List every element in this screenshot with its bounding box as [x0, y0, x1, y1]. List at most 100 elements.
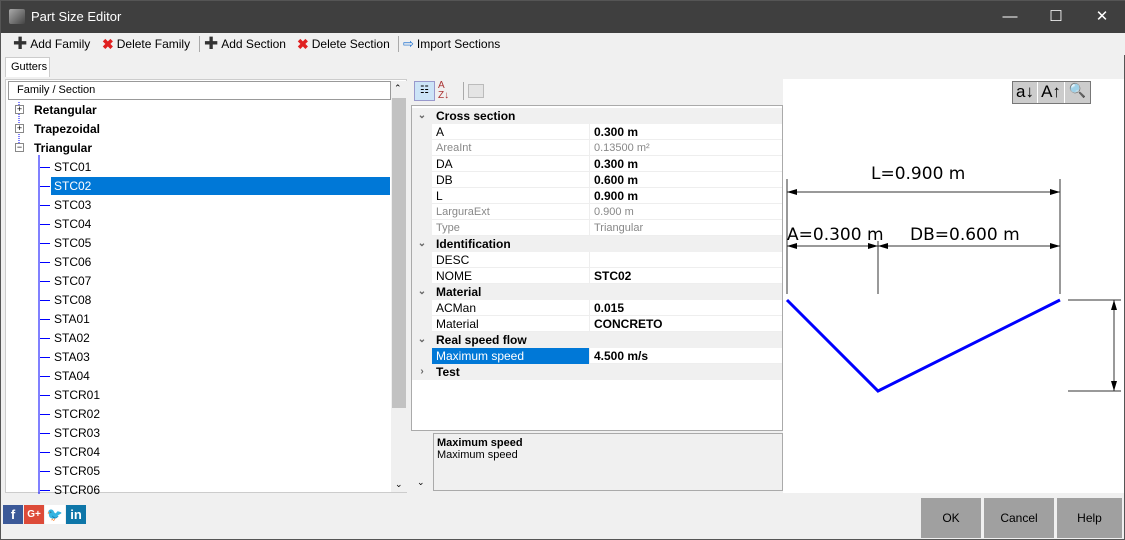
tree-section[interactable]: STC04: [51, 215, 390, 233]
add-section-button[interactable]: ✚ Add Section: [204, 34, 286, 53]
property-row[interactable]: L 0.900 m: [412, 188, 782, 204]
ok-button[interactable]: OK: [921, 498, 981, 538]
property-row[interactable]: DESC: [412, 252, 782, 268]
property-name: Material: [436, 317, 479, 331]
property-list[interactable]: ⌄ Cross section A 0.300 m AreaInt 0.13500 m² D…: [411, 105, 783, 431]
tree-section[interactable]: STC03: [51, 196, 390, 214]
plus-icon: ✚: [204, 34, 219, 53]
collapse-icon[interactable]: ⌄: [412, 236, 432, 252]
close-button[interactable]: ✕: [1079, 1, 1125, 33]
property-row[interactable]: DB 0.600 m: [412, 172, 782, 188]
tree-line: [40, 376, 50, 377]
delete-icon: ✖: [297, 35, 309, 52]
tree-section[interactable]: STC08: [51, 291, 390, 309]
property-category[interactable]: ⌄ Material: [412, 284, 782, 300]
tree-section[interactable]: STC07: [51, 272, 390, 290]
linkedin-icon[interactable]: in: [66, 505, 86, 524]
tree-family[interactable]: Triangular: [34, 139, 92, 157]
tree-section[interactable]: STCR01: [51, 386, 390, 404]
help-button[interactable]: Help: [1057, 498, 1122, 538]
google-plus-icon[interactable]: G+: [24, 505, 44, 524]
tree-section[interactable]: STCR06: [51, 481, 390, 499]
delete-section-button[interactable]: ✖ Delete Section: [297, 36, 390, 52]
scrollbar-thumb[interactable]: [392, 98, 406, 408]
tree-section[interactable]: STCR03: [51, 424, 390, 442]
label-DB: DB=0.600 m: [910, 225, 1020, 245]
property-row[interactable]: Type Triangular: [412, 220, 782, 236]
tree-section[interactable]: STC02: [51, 177, 390, 195]
row-gutter: [412, 140, 432, 156]
cancel-button[interactable]: Cancel: [984, 498, 1054, 538]
tree-section[interactable]: STCR04: [51, 443, 390, 461]
minimize-button[interactable]: —: [987, 1, 1033, 33]
property-value[interactable]: CONCRETO: [589, 316, 782, 332]
property-value[interactable]: 0.900 m: [589, 188, 782, 204]
tree-section[interactable]: STC01: [51, 158, 390, 176]
row-gutter: [412, 220, 432, 236]
property-row[interactable]: A 0.300 m: [412, 124, 782, 140]
expand-icon[interactable]: +: [15, 124, 24, 133]
collapse-icon[interactable]: −: [15, 143, 24, 152]
tree-section[interactable]: STC06: [51, 253, 390, 271]
property-row[interactable]: ACMan 0.015: [412, 300, 782, 316]
tree-section[interactable]: STA04: [51, 367, 390, 385]
tree-section[interactable]: STCR02: [51, 405, 390, 423]
property-value[interactable]: 0.300 m: [589, 124, 782, 140]
row-gutter: [412, 172, 432, 188]
property-category[interactable]: ⌄ Identification: [412, 236, 782, 252]
property-value[interactable]: 0.600 m: [589, 172, 782, 188]
categorized-icon[interactable]: ☷: [414, 81, 435, 101]
tree-section[interactable]: STC05: [51, 234, 390, 252]
property-row[interactable]: DA 0.300 m: [412, 156, 782, 172]
tree-line: [40, 357, 50, 358]
property-pages-icon[interactable]: [468, 84, 484, 98]
property-value[interactable]: STC02: [589, 268, 782, 284]
tree-line: [40, 300, 50, 301]
tree-family[interactable]: Trapezoidal: [34, 120, 100, 138]
tree-family[interactable]: Retangular: [34, 101, 97, 119]
property-name: ACMan: [436, 301, 477, 315]
tree-section[interactable]: STA02: [51, 329, 390, 347]
property-value[interactable]: 0.015: [589, 300, 782, 316]
maximize-button[interactable]: ☐: [1033, 1, 1079, 33]
delete-family-button[interactable]: ✖ Delete Family: [102, 36, 190, 52]
tree-section[interactable]: STA01: [51, 310, 390, 328]
property-value[interactable]: 0.13500 m²: [589, 140, 782, 156]
tree-section[interactable]: STCR05: [51, 462, 390, 480]
property-category[interactable]: ⌄ Real speed flow: [412, 332, 782, 348]
collapse-icon[interactable]: ⌄: [412, 332, 432, 348]
property-value[interactable]: 4.500 m/s: [589, 348, 782, 364]
family-section-tree[interactable]: Family / Section + Retangular + Trapezoidal…: [5, 79, 407, 497]
divider: [398, 36, 399, 52]
sort-alpha-icon[interactable]: A Z↓: [438, 81, 458, 101]
expand-icon[interactable]: +: [15, 105, 24, 114]
property-category[interactable]: ⌄ Cross section: [412, 108, 782, 124]
property-value[interactable]: 0.300 m: [589, 156, 782, 172]
property-name: Maximum speed: [432, 348, 589, 364]
property-category[interactable]: › Test: [412, 364, 782, 380]
twitter-icon[interactable]: 🐦: [45, 505, 65, 524]
property-value[interactable]: 0.900 m: [589, 204, 782, 220]
tree-section[interactable]: STA03: [51, 348, 390, 366]
scroll-down-icon[interactable]: ⌄: [411, 433, 431, 493]
expand-icon[interactable]: ›: [412, 364, 432, 380]
property-row[interactable]: Maximum speed 4.500 m/s: [412, 348, 782, 364]
property-row[interactable]: LarguraExt 0.900 m: [412, 204, 782, 220]
property-value[interactable]: [589, 252, 782, 268]
tab-gutters[interactable]: Gutters: [5, 57, 50, 77]
scroll-down-icon[interactable]: ⌄: [395, 479, 403, 490]
import-sections-button[interactable]: ⇨ Import Sections: [403, 36, 500, 52]
add-family-button[interactable]: ✚ Add Family: [13, 35, 90, 52]
property-row[interactable]: NOME STC02: [412, 268, 782, 284]
tree-line: [40, 205, 50, 206]
import-sections-label: Import Sections: [416, 37, 501, 51]
collapse-icon[interactable]: ⌄: [412, 284, 432, 300]
scroll-up-icon[interactable]: ⌃: [394, 83, 402, 94]
section-profile: [785, 298, 1061, 393]
facebook-icon[interactable]: f: [3, 505, 23, 524]
property-row[interactable]: AreaInt 0.13500 m²: [412, 140, 782, 156]
collapse-icon[interactable]: ⌄: [412, 108, 432, 124]
property-value[interactable]: Triangular: [589, 220, 782, 236]
property-row[interactable]: Material CONCRETO: [412, 316, 782, 332]
tree-line: [40, 452, 50, 453]
